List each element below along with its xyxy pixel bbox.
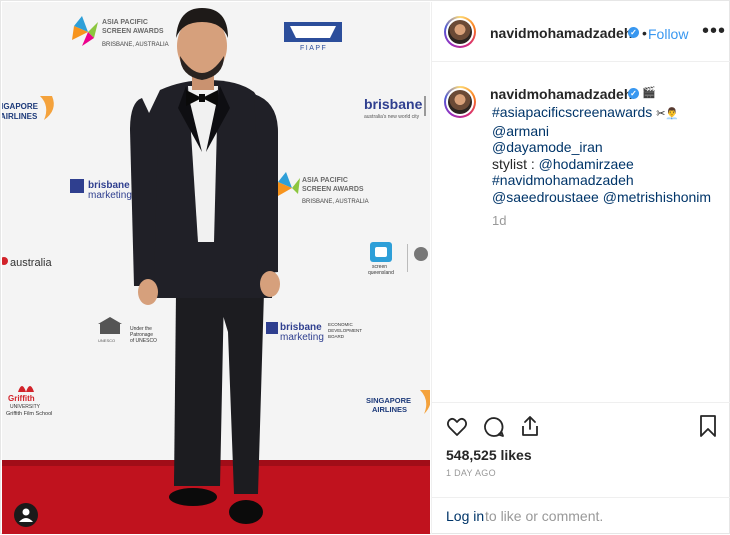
caption-mention-metrishishonim[interactable]: @metrishishonim — [603, 189, 711, 205]
brisbane-edb-marketing: marketing — [280, 332, 324, 343]
edb-line1: ECONOMIC — [328, 322, 354, 327]
header-avatar[interactable] — [444, 16, 476, 48]
clapper-emoji: 🎬 — [642, 87, 656, 99]
more-options-icon[interactable]: ••• — [702, 21, 726, 41]
caption-mention-armani[interactable]: @armani — [492, 123, 549, 139]
griffith-line1: Griffith — [8, 394, 35, 403]
caption-stylist-label: stylist : — [492, 155, 539, 172]
griffith-line2: UNIVERSITY — [10, 404, 41, 410]
post-date[interactable]: 1 DAY AGO — [446, 468, 496, 478]
sia-left-line1: SINGAPORE — [2, 102, 39, 111]
fiapf-text: FIAPF — [300, 45, 327, 52]
login-link[interactable]: Log in — [446, 508, 484, 524]
caption-avatar[interactable] — [444, 86, 476, 118]
edb-line3: BOARD — [328, 334, 345, 339]
griffith-line3: Griffith Film School — [6, 411, 52, 417]
user-icon — [19, 508, 33, 522]
comment-bubble-icon[interactable] — [482, 415, 506, 439]
apsa-mid-line2: SCREEN AWARDS — [302, 186, 364, 193]
header-separator: • — [642, 25, 647, 41]
apsa-top-line3: BRISBANE, AUSTRALIA — [102, 42, 169, 48]
sia-right-line1: SINGAPORE — [366, 396, 411, 405]
likes-count[interactable]: 548,525 likes — [446, 447, 532, 463]
sia-right-line2: AIRLINES — [372, 405, 407, 414]
brisbane-logo-top-right: brisbane australia's new world city — [364, 96, 426, 120]
caption-mention-hodamirzaee[interactable]: @hodamirzaee — [539, 156, 634, 172]
brisbane-top-word: brisbane — [364, 96, 423, 112]
screen-queensland-line2: queensland — [368, 270, 394, 276]
red-carpet-photo: ASIA PACIFIC SCREEN AWARDS BRISBANE, AUS… — [2, 2, 430, 534]
edb-line2: DEVELOPMENT — [328, 328, 362, 333]
post-actions: 548,525 likes 1 DAY AGO Log in to like o… — [432, 402, 730, 534]
caption-hashtag-asiapacificscreenawards[interactable]: #asiapacificscreenawards — [492, 104, 652, 120]
post-sidebar: navidmohamadzadeh ✓ • Follow ••• navidmo… — [431, 2, 730, 534]
caption-username[interactable]: navidmohamadzadeh — [490, 86, 632, 102]
instagram-post: ASIA PACIFIC SCREEN AWARDS BRISBANE, AUS… — [0, 0, 730, 534]
apsa-top-line2: SCREEN AWARDS — [102, 28, 164, 35]
post-caption: navidmohamadzadeh ✓ 🎬 #asiapacificscreen… — [432, 63, 730, 401]
australia-word: australia — [10, 257, 52, 269]
verified-badge-icon: ✓ — [628, 27, 639, 38]
post-header: navidmohamadzadeh ✓ • Follow ••• — [432, 2, 730, 62]
header-username[interactable]: navidmohamadzadeh — [490, 25, 632, 41]
caption-verified-badge-icon: ✓ — [628, 88, 639, 99]
sia-left-line2: AIRLINES — [2, 112, 38, 121]
share-icon[interactable] — [518, 414, 542, 438]
save-bookmark-icon[interactable] — [698, 414, 718, 438]
scissors-man-emoji: ✂👨‍💼 — [656, 108, 680, 120]
australia-logo: australia — [2, 257, 52, 269]
unesco-line3: of UNESCO — [130, 338, 157, 344]
unesco-label: UNESCO — [98, 338, 115, 343]
apsa-top-line1: ASIA PACIFIC — [102, 19, 148, 26]
brisbane-top-tag: australia's new world city — [364, 114, 420, 120]
apsa-mid-line3: BRISBANE, AUSTRALIA — [302, 199, 369, 205]
caption-time-ago[interactable]: 1d — [492, 213, 506, 228]
caption-hashtag-navidmohamadzadeh[interactable]: #navidmohamadzadeh — [492, 172, 634, 188]
brisbane-mid-marketing: marketing — [88, 190, 132, 201]
post-photo[interactable]: ASIA PACIFIC SCREEN AWARDS BRISBANE, AUS… — [2, 2, 430, 534]
like-heart-icon[interactable] — [445, 415, 469, 439]
caption-mention-dayamode[interactable]: @dayamode_iran — [492, 139, 603, 155]
login-prompt-text: to like or comment. — [485, 508, 604, 524]
tagged-users-button[interactable] — [14, 503, 38, 527]
follow-button[interactable]: Follow — [648, 26, 688, 42]
caption-text: #asiapacificscreenawards ✂👨‍💼 @armani @d… — [492, 104, 722, 206]
caption-mention-saeedroustaee[interactable]: @saeedroustaee — [492, 189, 599, 205]
login-prompt: Log in to like or comment. — [432, 497, 730, 535]
apsa-mid-line1: ASIA PACIFIC — [302, 177, 348, 184]
